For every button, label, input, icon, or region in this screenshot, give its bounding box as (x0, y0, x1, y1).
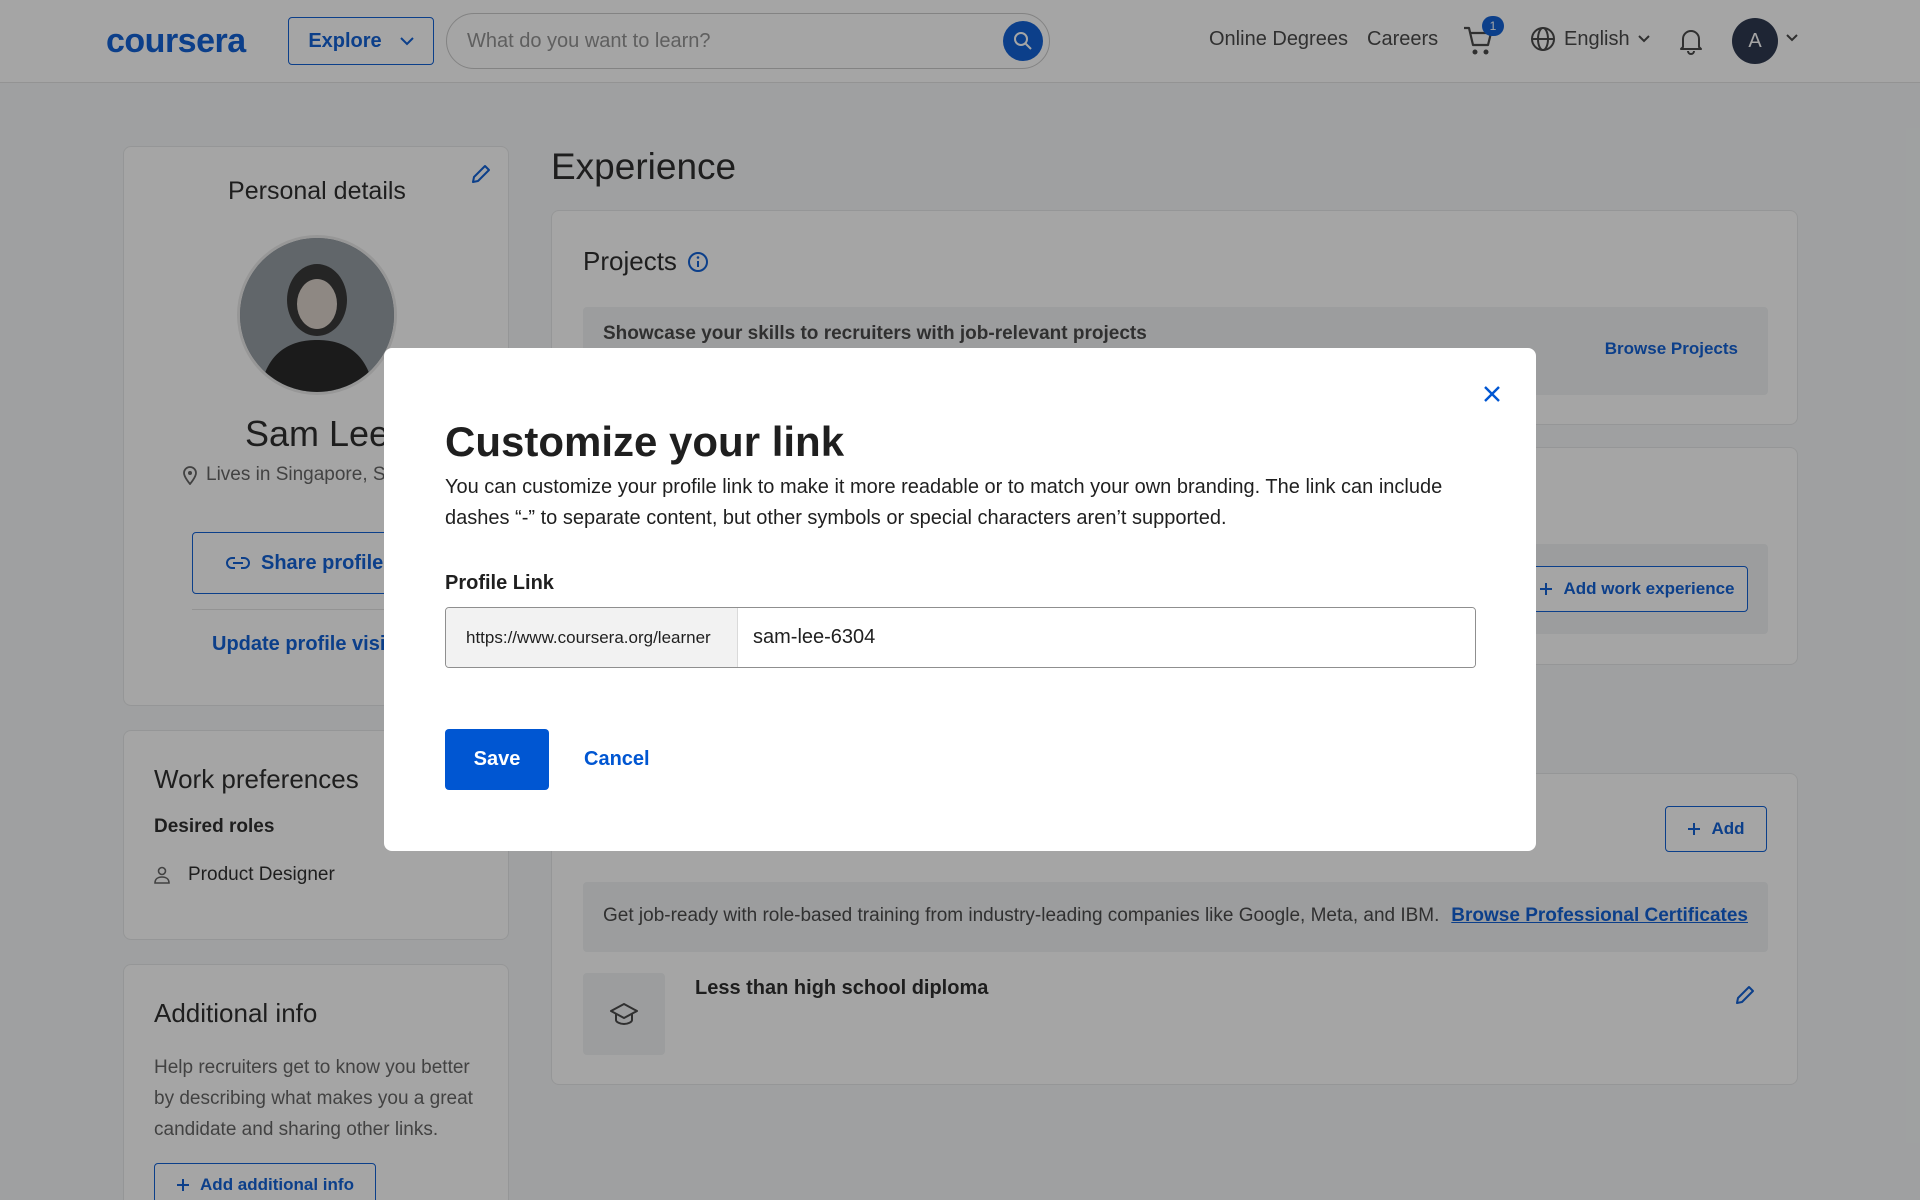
profile-link-label: Profile Link (445, 572, 554, 594)
profile-link-prefix: https://www.coursera.org/learner (446, 608, 738, 667)
close-dialog-button[interactable] (1476, 378, 1508, 410)
profile-link-field: https://www.coursera.org/learner (445, 607, 1476, 668)
cancel-button[interactable]: Cancel (572, 729, 662, 790)
close-icon (1484, 386, 1500, 402)
profile-link-input[interactable] (738, 608, 1475, 667)
customize-link-dialog: Customize your link You can customize yo… (384, 348, 1536, 851)
save-button[interactable]: Save (445, 729, 549, 790)
dialog-description: You can customize your profile link to m… (445, 476, 1443, 529)
dialog-title: Customize your link (445, 418, 845, 465)
